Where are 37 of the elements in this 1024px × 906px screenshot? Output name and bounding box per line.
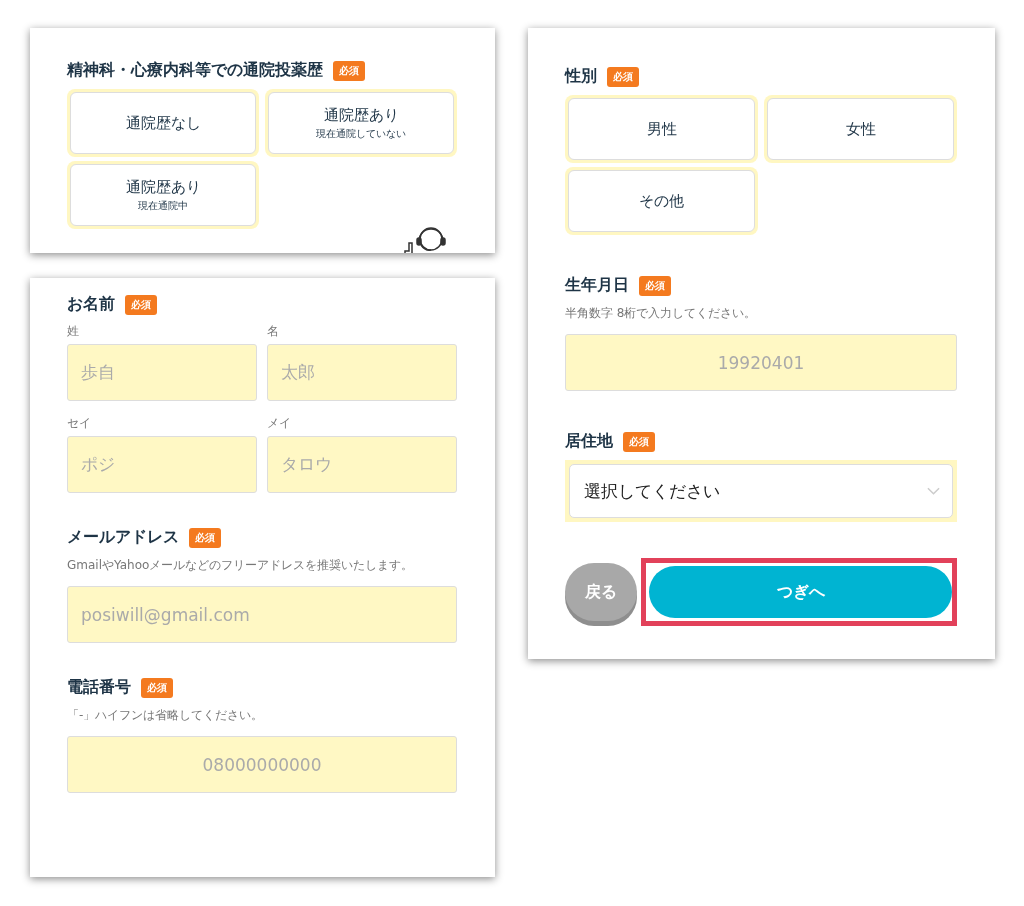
required-badge: 必須 bbox=[141, 677, 173, 698]
hint-text: 「-」ハイフンは省略してください。 bbox=[67, 707, 265, 724]
choice-button[interactable]: 女性 bbox=[767, 98, 954, 160]
choice-button[interactable]: 通院歴あり 現在通院していない bbox=[268, 92, 454, 154]
hint-text: 半角数字 8桁で入力してください。 bbox=[565, 305, 758, 322]
input-field[interactable]: ポジ bbox=[67, 436, 257, 493]
chevron-down-icon bbox=[927, 487, 940, 495]
input-field[interactable]: posiwill@gmail.com bbox=[67, 586, 457, 643]
choice-button[interactable]: その他 bbox=[568, 170, 755, 232]
section-title: お名前 bbox=[67, 294, 115, 315]
required-badge: 必須 bbox=[639, 275, 671, 296]
hint-text: GmailやYahooメールなどのフリーアドレスを推奨いたします。 bbox=[67, 557, 415, 574]
required-badge: 必須 bbox=[189, 527, 221, 548]
choice-button[interactable]: 通院歴あり 現在通院中 bbox=[70, 164, 256, 226]
section-title: 精神科・心療内科等での通院投薬歴 bbox=[67, 60, 323, 81]
field-label: 名 bbox=[267, 323, 280, 340]
section-title: 電話番号 bbox=[67, 677, 131, 698]
required-badge: 必須 bbox=[333, 60, 365, 81]
section-title: 生年月日 bbox=[565, 275, 629, 296]
required-badge: 必須 bbox=[623, 431, 655, 452]
next-button[interactable]: つぎへ bbox=[649, 566, 952, 618]
input-field[interactable]: タロウ bbox=[267, 436, 457, 493]
input-field[interactable]: 08000000000 bbox=[67, 736, 457, 793]
field-label: 姓 bbox=[67, 323, 80, 340]
choice-button[interactable]: 通院歴なし bbox=[70, 92, 256, 154]
input-field[interactable]: 19920401 bbox=[565, 334, 957, 391]
section-title: 居住地 bbox=[565, 431, 613, 452]
section-title: 性別 bbox=[565, 66, 597, 87]
section-title: メールアドレス bbox=[67, 527, 179, 548]
required-badge: 必須 bbox=[607, 66, 639, 87]
input-field[interactable]: 太郎 bbox=[267, 344, 457, 401]
required-badge: 必須 bbox=[125, 294, 157, 315]
select-field[interactable]: 選択してください bbox=[569, 464, 953, 518]
choice-button[interactable]: 男性 bbox=[568, 98, 755, 160]
field-label: セイ bbox=[67, 415, 92, 432]
input-field[interactable]: 歩自 bbox=[67, 344, 257, 401]
field-label: メイ bbox=[267, 415, 292, 432]
